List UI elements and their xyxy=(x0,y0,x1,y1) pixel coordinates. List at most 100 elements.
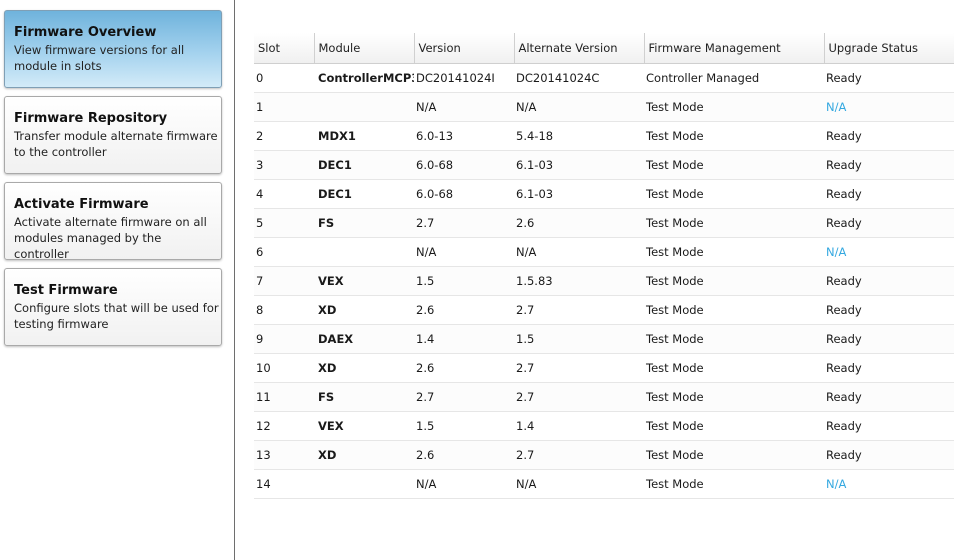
firmware-management-cell: Test Mode xyxy=(644,382,824,412)
upgrade-status-cell: Ready xyxy=(824,382,954,412)
column-header-alternate-version[interactable]: Alternate Version xyxy=(514,33,645,64)
nav-firmware-repository[interactable]: Firmware Repository Transfer module alte… xyxy=(4,96,222,174)
nav-title: Firmware Overview xyxy=(14,25,157,40)
slot-cell: 6 xyxy=(254,237,314,267)
table-row[interactable]: 11 FS 2.7 2.7 Test Mode Ready xyxy=(254,382,954,412)
slot-cell: 8 xyxy=(254,295,314,325)
upgrade-status-cell: Ready xyxy=(824,353,954,383)
alternate-version-cell: 1.5 xyxy=(514,324,644,354)
firmware-management-cell: Test Mode xyxy=(644,324,824,354)
table-row[interactable]: 12 VEX 1.5 1.4 Test Mode Ready xyxy=(254,411,954,441)
module-cell: MDX1 xyxy=(314,121,414,151)
column-header-module[interactable]: Module xyxy=(314,33,415,64)
firmware-management-cell: Test Mode xyxy=(644,295,824,325)
slot-cell: 3 xyxy=(254,150,314,180)
firmware-management-cell: Test Mode xyxy=(644,208,824,238)
column-header-upgrade-status[interactable]: Upgrade Status xyxy=(824,33,954,64)
upgrade-status-cell: Ready xyxy=(824,440,954,470)
table-row[interactable]: 2 MDX1 6.0-13 5.4-18 Test Mode Ready xyxy=(254,121,954,151)
upgrade-status-cell: Ready xyxy=(824,411,954,441)
panel-divider xyxy=(234,0,235,560)
slot-cell: 12 xyxy=(254,411,314,441)
firmware-management-cell: Test Mode xyxy=(644,179,824,209)
version-cell: 6.0-68 xyxy=(414,150,514,180)
table-row[interactable]: 13 XD 2.6 2.7 Test Mode Ready xyxy=(254,440,954,470)
firmware-management-cell: Test Mode xyxy=(644,353,824,383)
upgrade-status-cell: Ready xyxy=(824,121,954,151)
table-row[interactable]: 4 DEC1 6.0-68 6.1-03 Test Mode Ready xyxy=(254,179,954,209)
module-cell: DEC1 xyxy=(314,179,414,209)
nav-title: Activate Firmware xyxy=(14,197,149,212)
module-cell: XD xyxy=(314,295,414,325)
nav-firmware-overview[interactable]: Firmware Overview View firmware versions… xyxy=(4,10,222,88)
module-cell xyxy=(314,92,414,122)
table-body: 0 ControllerMCP3 DC20141024I DC20141024C Con… xyxy=(254,63,954,499)
firmware-management-cell: Test Mode xyxy=(644,411,824,441)
alternate-version-cell: 2.6 xyxy=(514,208,644,238)
upgrade-status-cell: Ready xyxy=(824,266,954,296)
table-row[interactable]: 5 FS 2.7 2.6 Test Mode Ready xyxy=(254,208,954,238)
version-cell: 6.0-13 xyxy=(414,121,514,151)
column-header-version[interactable]: Version xyxy=(414,33,515,64)
firmware-management-cell: Test Mode xyxy=(644,92,824,122)
alternate-version-cell: 1.5.83 xyxy=(514,266,644,296)
firmware-table-panel: Slot Module Version Alternate Version Fi… xyxy=(254,33,954,499)
table-header-row: Slot Module Version Alternate Version Fi… xyxy=(254,33,954,64)
module-cell xyxy=(314,237,414,267)
version-cell: 6.0-68 xyxy=(414,179,514,209)
version-cell: 2.7 xyxy=(414,382,514,412)
firmware-management-cell: Controller Managed xyxy=(644,63,824,93)
module-cell: ControllerMCP3 xyxy=(314,63,414,93)
nav-description: Activate alternate firmware on all modul… xyxy=(14,215,207,261)
module-cell: DEC1 xyxy=(314,150,414,180)
module-cell: VEX xyxy=(314,266,414,296)
slot-cell: 9 xyxy=(254,324,314,354)
firmware-management-cell: Test Mode xyxy=(644,121,824,151)
upgrade-status-cell: Ready xyxy=(824,208,954,238)
alternate-version-cell: DC20141024C xyxy=(514,63,644,93)
upgrade-status-cell: Ready xyxy=(824,150,954,180)
column-header-slot[interactable]: Slot xyxy=(254,33,315,64)
nav-test-firmware[interactable]: Test Firmware Configure slots that will … xyxy=(4,268,222,346)
table-row[interactable]: 9 DAEX 1.4 1.5 Test Mode Ready xyxy=(254,324,954,354)
module-cell: FS xyxy=(314,208,414,238)
table-row[interactable]: 14 N/A N/A Test Mode N/A xyxy=(254,469,954,499)
version-cell: DC20141024I xyxy=(414,63,514,93)
firmware-management-cell: Test Mode xyxy=(644,266,824,296)
nav-title: Test Firmware xyxy=(14,283,118,298)
version-cell: N/A xyxy=(414,237,514,267)
nav-description: Configure slots that will be used for te… xyxy=(14,301,219,331)
upgrade-status-cell: Ready xyxy=(824,179,954,209)
version-cell: N/A xyxy=(414,92,514,122)
table-row[interactable]: 0 ControllerMCP3 DC20141024I DC20141024C Con… xyxy=(254,63,954,93)
table-row[interactable]: 8 XD 2.6 2.7 Test Mode Ready xyxy=(254,295,954,325)
sidebar: Firmware Overview View firmware versions… xyxy=(0,0,234,560)
firmware-management-cell: Test Mode xyxy=(644,469,824,499)
table-row[interactable]: 6 N/A N/A Test Mode N/A xyxy=(254,237,954,267)
version-cell: 1.4 xyxy=(414,324,514,354)
table-row[interactable]: 10 XD 2.6 2.7 Test Mode Ready xyxy=(254,353,954,383)
alternate-version-cell: 6.1-03 xyxy=(514,179,644,209)
nav-activate-firmware[interactable]: Activate Firmware Activate alternate fir… xyxy=(4,182,222,261)
upgrade-status-cell: Ready xyxy=(824,63,954,93)
module-cell: XD xyxy=(314,353,414,383)
upgrade-status-cell: Ready xyxy=(824,295,954,325)
module-cell: XD xyxy=(314,440,414,470)
version-cell: 1.5 xyxy=(414,411,514,441)
alternate-version-cell: 2.7 xyxy=(514,440,644,470)
alternate-version-cell: 1.4 xyxy=(514,411,644,441)
alternate-version-cell: 2.7 xyxy=(514,353,644,383)
upgrade-status-cell: N/A xyxy=(824,469,954,499)
slot-cell: 7 xyxy=(254,266,314,296)
slot-cell: 11 xyxy=(254,382,314,412)
slot-cell: 14 xyxy=(254,469,314,499)
firmware-management-cell: Test Mode xyxy=(644,440,824,470)
slot-cell: 5 xyxy=(254,208,314,238)
module-cell: FS xyxy=(314,382,414,412)
alternate-version-cell: N/A xyxy=(514,92,644,122)
alternate-version-cell: 5.4-18 xyxy=(514,121,644,151)
table-row[interactable]: 7 VEX 1.5 1.5.83 Test Mode Ready xyxy=(254,266,954,296)
table-row[interactable]: 1 N/A N/A Test Mode N/A xyxy=(254,92,954,122)
column-header-firmware-management[interactable]: Firmware Management xyxy=(644,33,825,64)
table-row[interactable]: 3 DEC1 6.0-68 6.1-03 Test Mode Ready xyxy=(254,150,954,180)
